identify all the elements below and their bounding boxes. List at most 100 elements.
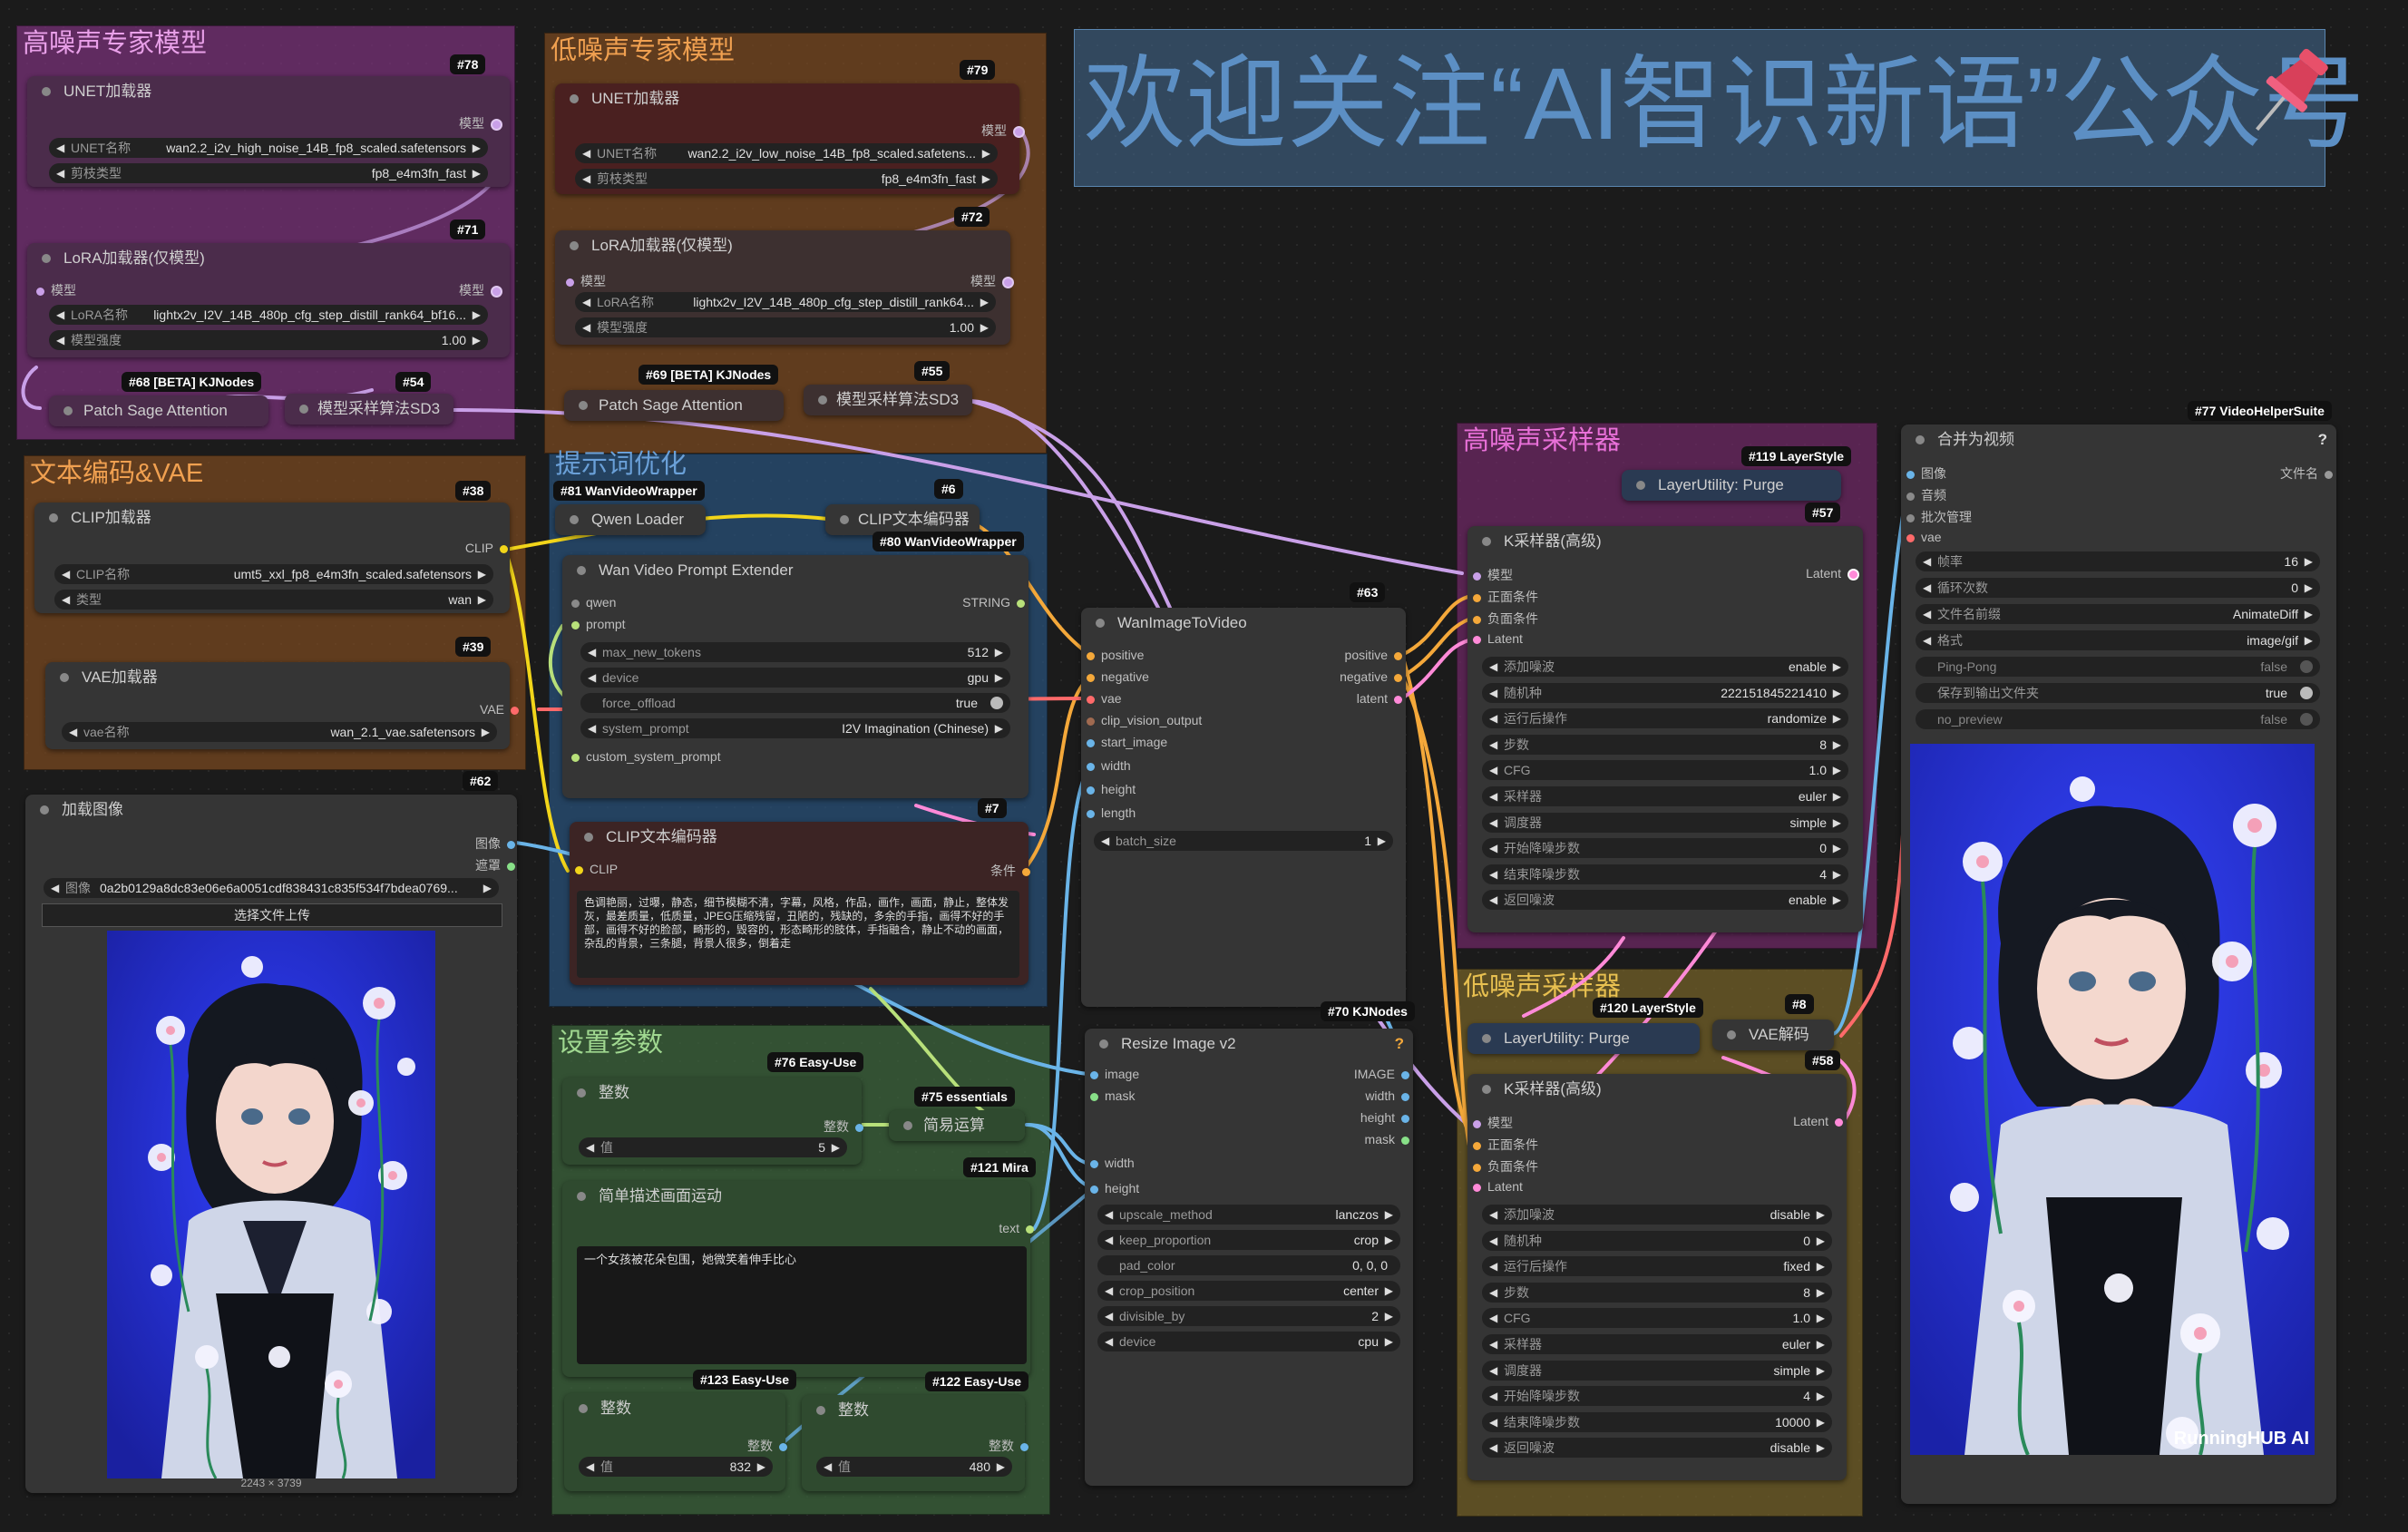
arrow-left-icon[interactable]: ◀ <box>1489 1386 1497 1406</box>
ksampler-widget[interactable]: ◀ 运行后操作 fixed ▶ <box>1482 1256 1832 1277</box>
widget-unet-name[interactable]: ◀ UNET名称 wan2.2_i2v_low_noise_14B_fp8_scal… <box>575 143 998 163</box>
arrow-left-icon[interactable]: ◀ <box>582 143 590 163</box>
widget-lora-name[interactable]: ◀ LoRA名称 lightx2v_I2V_14B_480p_cfg_step_di… <box>575 292 996 312</box>
collapse-dot[interactable] <box>1727 1030 1736 1039</box>
arrow-left-icon[interactable]: ◀ <box>1923 578 1931 598</box>
qwen-loader[interactable]: Qwen Loader <box>555 504 706 535</box>
collapse-dot[interactable] <box>1099 1039 1108 1049</box>
video-combine-widget[interactable]: ◀ 循环次数 0 ▶ <box>1916 578 2320 598</box>
collapse-dot[interactable] <box>903 1121 912 1130</box>
arrow-right-icon[interactable]: ▶ <box>1817 1308 1825 1328</box>
arrow-right-icon[interactable]: ▶ <box>1833 735 1841 755</box>
arrow-right-icon[interactable]: ▶ <box>980 292 989 312</box>
arrow-left-icon[interactable]: ◀ <box>582 169 590 189</box>
arrow-left-icon[interactable]: ◀ <box>1489 1205 1497 1225</box>
ksampler-advanced-high[interactable]: K采样器(高级) 模型 正面条件 负面条件 Latent Latent ◀ 添加噪… <box>1467 526 1863 932</box>
input-start-image[interactable]: start_image <box>1087 735 1167 749</box>
input-negative[interactable]: 负面条件 <box>1473 610 1538 628</box>
ksampler-widget[interactable]: ◀ 运行后操作 randomize ▶ <box>1482 708 1848 729</box>
input-length[interactable]: length <box>1087 805 1136 820</box>
widget-strength-model[interactable]: ◀ 模型强度 1.00 ▶ <box>49 330 488 350</box>
output-int[interactable]: 整数 <box>747 1437 787 1455</box>
arrow-right-icon[interactable]: ▶ <box>1833 760 1841 780</box>
arrow-right-icon[interactable]: ▶ <box>1385 1281 1393 1301</box>
arrow-left-icon[interactable]: ◀ <box>1923 604 1931 624</box>
arrow-right-icon[interactable]: ▶ <box>1833 786 1841 806</box>
output-latent[interactable]: Latent <box>1793 1114 1843 1128</box>
arrow-left-icon[interactable]: ◀ <box>56 305 64 325</box>
arrow-right-icon[interactable]: ▶ <box>473 305 481 325</box>
arrow-right-icon[interactable]: ▶ <box>995 642 1003 662</box>
arrow-left-icon[interactable]: ◀ <box>582 292 590 312</box>
ksampler-widget[interactable]: ◀ 步数 8 ▶ <box>1482 734 1848 755</box>
collapse-dot[interactable] <box>63 406 73 415</box>
integer-node-123[interactable]: 整数 整数 ◀ 值 832 ▶ <box>564 1393 787 1491</box>
arrow-right-icon[interactable]: ▶ <box>1385 1332 1393 1351</box>
ksampler-widget[interactable]: ◀ 返回噪波 enable ▶ <box>1482 890 1848 911</box>
arrow-left-icon[interactable]: ◀ <box>588 718 596 738</box>
widget-strength-model[interactable]: ◀ 模型强度 1.00 ▶ <box>575 317 996 337</box>
collapse-dot[interactable] <box>49 513 58 522</box>
arrow-right-icon[interactable]: ▶ <box>997 1457 1005 1477</box>
input-height[interactable]: height <box>1090 1181 1139 1195</box>
collapse-dot[interactable] <box>818 395 827 405</box>
output-model[interactable]: 模型 <box>981 122 1025 140</box>
arrow-right-icon[interactable]: ▶ <box>473 163 481 183</box>
arrow-right-icon[interactable]: ▶ <box>980 317 989 337</box>
arrow-left-icon[interactable]: ◀ <box>586 1137 594 1157</box>
input-custom-system-prompt[interactable]: custom_system_prompt <box>571 749 721 764</box>
wan-video-prompt-extender[interactable]: Wan Video Prompt Extender qwen prompt ST… <box>562 555 1029 798</box>
arrow-left-icon[interactable]: ◀ <box>1489 864 1497 884</box>
ksampler-widget[interactable]: ◀ 调度器 simple ▶ <box>1482 812 1848 833</box>
video-combine-toggle[interactable]: Ping-Pong false <box>1916 657 2320 677</box>
arrow-left-icon[interactable]: ◀ <box>1489 1256 1497 1276</box>
arrow-left-icon[interactable]: ◀ <box>1489 1438 1497 1458</box>
collapse-dot[interactable] <box>570 241 579 250</box>
collapse-dot[interactable] <box>299 405 308 414</box>
input-image[interactable]: image <box>1090 1067 1139 1081</box>
widget-device[interactable]: ◀ device gpu ▶ <box>580 668 1010 688</box>
arrow-left-icon[interactable]: ◀ <box>1105 1205 1113 1225</box>
collapse-dot[interactable] <box>577 1088 586 1098</box>
ksampler-widget[interactable]: ◀ 开始降噪步数 4 ▶ <box>1482 1386 1832 1407</box>
output-model[interactable]: 模型 <box>970 272 1014 290</box>
collapse-dot[interactable] <box>42 87 51 96</box>
input-latent[interactable]: Latent <box>1473 631 1523 646</box>
arrow-right-icon[interactable]: ▶ <box>1817 1361 1825 1381</box>
ksampler-widget[interactable]: ◀ CFG 1.0 ▶ <box>1482 760 1848 781</box>
video-combine-toggle[interactable]: 保存到输出文件夹 true <box>1916 683 2320 703</box>
collapse-dot[interactable] <box>40 805 49 815</box>
lora-loader-high[interactable]: LoRA加载器(仅模型) 模型 模型 ◀ LoRA名称 lightx2v_I2V_1… <box>27 243 510 357</box>
arrow-left-icon[interactable]: ◀ <box>588 668 596 688</box>
resize-image-v2[interactable]: Resize Image v2? image mask IMAGE width … <box>1085 1029 1413 1486</box>
input-negative[interactable]: negative <box>1087 669 1149 684</box>
arrow-left-icon[interactable]: ◀ <box>1923 630 1931 650</box>
arrow-left-icon[interactable]: ◀ <box>51 878 59 898</box>
arrow-left-icon[interactable]: ◀ <box>56 330 64 350</box>
input-model[interactable]: 模型 <box>1473 1114 1513 1132</box>
motion-prompt-text[interactable]: 一个女孩被花朵包围，她微笑着伸手比心 <box>577 1246 1027 1364</box>
arrow-left-icon[interactable]: ◀ <box>582 317 590 337</box>
widget-value[interactable]: ◀ 值 480 ▶ <box>816 1457 1012 1477</box>
output-int[interactable]: 整数 <box>824 1117 863 1136</box>
video-combine-node[interactable]: 合并为视频? 图像 音频 批次管理 vae 文件名 RunningHUB AI … <box>1901 424 2336 1504</box>
output-model[interactable]: 模型 <box>459 281 502 299</box>
unet-loader-low[interactable]: UNET加载器 模型 ◀ UNET名称 wan2.2_i2v_low_noise_1… <box>555 83 1025 194</box>
arrow-left-icon[interactable]: ◀ <box>1105 1230 1113 1250</box>
output-mask[interactable]: mask <box>1365 1132 1409 1147</box>
collapse-dot[interactable] <box>579 401 588 410</box>
collapse-dot[interactable] <box>579 1404 588 1413</box>
arrow-left-icon[interactable]: ◀ <box>1105 1332 1113 1351</box>
arrow-right-icon[interactable]: ▶ <box>1833 864 1841 884</box>
input-prompt[interactable]: prompt <box>571 617 626 631</box>
patch-sage-attention-low[interactable]: Patch Sage Attention <box>564 390 784 421</box>
collapse-dot[interactable] <box>816 1406 825 1415</box>
collapse-dot[interactable] <box>1482 537 1491 546</box>
layer-utility-purge-low[interactable]: LayerUtility: Purge <box>1467 1023 1700 1054</box>
collapse-dot[interactable] <box>60 673 69 682</box>
video-combine-widget[interactable]: ◀ 文件名前缀 AnimateDiff ▶ <box>1916 604 2320 624</box>
arrow-right-icon[interactable]: ▶ <box>832 1137 840 1157</box>
toggle-knob[interactable] <box>990 697 1003 709</box>
arrow-right-icon[interactable]: ▶ <box>1817 1256 1825 1276</box>
collapse-dot[interactable] <box>42 254 51 263</box>
